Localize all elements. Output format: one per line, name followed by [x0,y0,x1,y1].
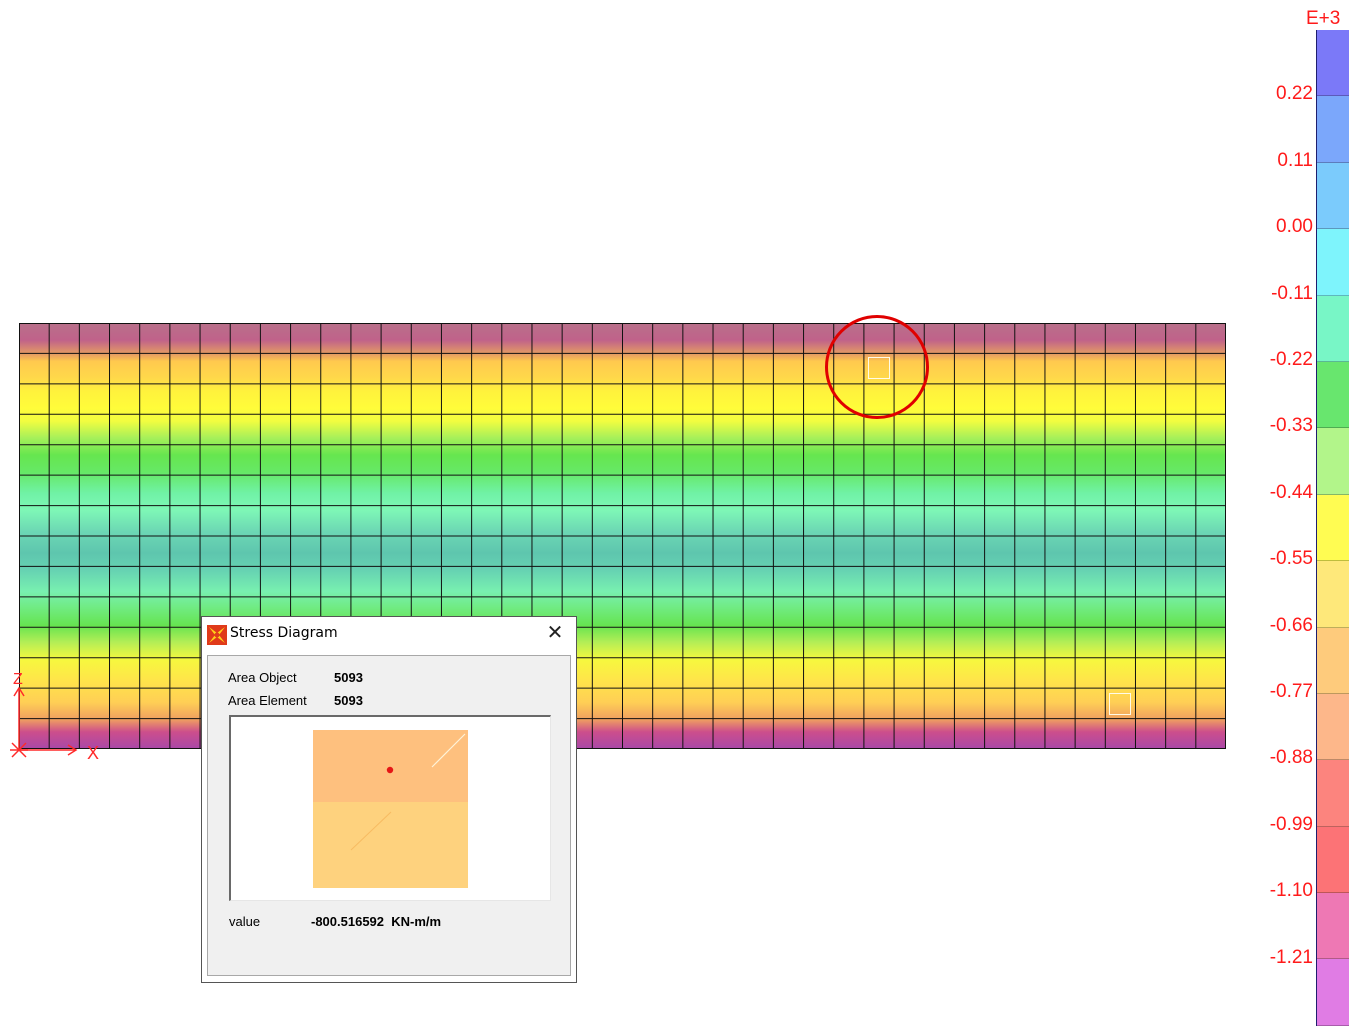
legend-label: -1.10 [1269,880,1313,902]
legend-label: -0.55 [1269,548,1313,570]
area-object-value: 5093 [334,670,363,685]
highlight-circle [825,315,929,419]
legend-label: -0.66 [1269,614,1313,636]
legend-color-swatch [1317,96,1349,163]
legend-label: 0.00 [1276,216,1313,238]
legend-label: -0.99 [1269,813,1313,835]
dialog-title: Stress Diagram [230,625,338,641]
color-legend-bar [1316,30,1349,1026]
legend-label: -0.77 [1269,681,1313,702]
legend-label: -0.33 [1269,415,1313,437]
dialog-titlebar[interactable]: Stress Diagram ✕ [202,617,576,653]
area-element-value: 5093 [334,693,363,708]
legend-label: 0.11 [1277,149,1313,171]
area-element-label: Area Element [228,693,307,708]
legend-color-swatch [1317,561,1349,628]
dialog-body: Area Object 5093 Area Element 5093 value… [207,655,571,976]
legend-label: -0.44 [1269,481,1313,503]
legend-color-swatch [1317,30,1349,97]
legend-color-swatch [1317,494,1349,562]
stress-diagram-dialog[interactable]: Stress Diagram ✕ Area Object 5093 Area E… [201,616,577,983]
value-label: value [229,914,261,929]
legend-exponent: E+3 [1306,8,1341,29]
legend-label: 0.22 [1276,83,1313,105]
legend-color-swatch [1317,959,1349,1026]
x-axis-label: X [87,743,99,763]
selected-element-marker[interactable] [1109,693,1131,715]
legend-color-swatch [1317,229,1349,296]
close-button[interactable]: ✕ [542,620,568,646]
z-axis-label: Z [13,671,23,688]
stress-value: -800.516592 KN-m/m [311,914,442,929]
legend-color-swatch [1317,760,1349,827]
legend-color-swatch [1317,295,1349,362]
element-stress-preview [313,730,468,888]
legend-label: -0.11 [1271,282,1313,304]
element-preview [229,715,551,901]
sample-point-marker [386,766,394,774]
legend-color-swatch [1317,361,1349,429]
legend-color-swatch [1317,428,1349,495]
legend-color-swatch [1317,162,1349,230]
legend-color-swatch [1317,693,1349,761]
area-object-label: Area Object [228,670,297,685]
legend-label: -0.22 [1269,349,1313,370]
legend-color-swatch [1317,893,1349,960]
legend-color-swatch [1317,627,1349,694]
app-icon [207,625,227,645]
legend-color-swatch [1317,826,1349,894]
legend-label: -0.88 [1269,747,1313,769]
legend-label: -1.21 [1269,946,1313,968]
axis-triad: X Z [10,671,99,763]
